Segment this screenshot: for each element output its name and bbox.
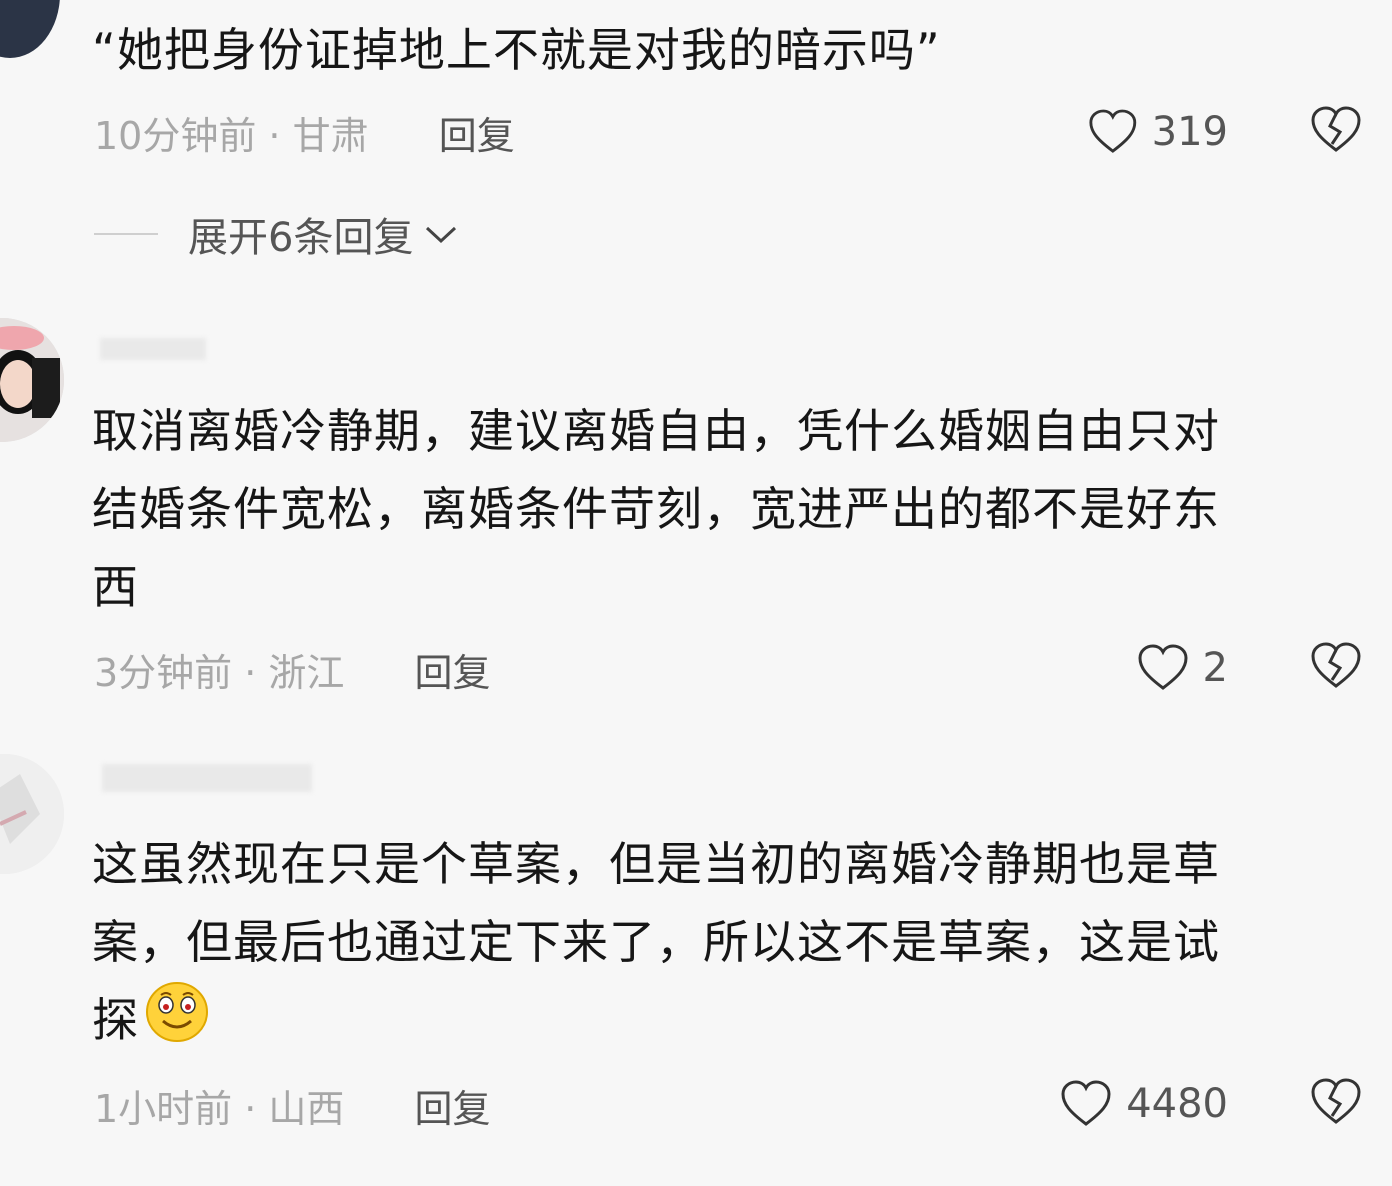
dislike-button[interactable] <box>1310 1078 1362 1130</box>
like-count: 2 <box>1202 645 1228 691</box>
dislike-button[interactable] <box>1310 642 1362 694</box>
reply-button[interactable]: 回复 <box>415 1087 491 1131</box>
reply-button[interactable]: 回复 <box>415 651 491 695</box>
comment-line: 取消离婚冷静期，建议离婚自由，凭什么婚姻自由只对 <box>92 404 1220 458</box>
smile-emoji-icon <box>145 981 209 1066</box>
expand-replies-label: 展开6条回复 <box>188 215 414 261</box>
comment-line: 西 <box>92 560 139 614</box>
broken-heart-icon <box>1311 642 1361 688</box>
comment-line-text: 探 <box>92 993 139 1047</box>
comment-line: 这虽然现在只是个草案，但是当初的离婚冷静期也是草 <box>92 837 1220 891</box>
broken-heart-icon <box>1311 106 1361 152</box>
username-hidden <box>102 764 312 792</box>
comment-line: 结婚条件宽松，离婚条件苛刻，宽进严出的都不是好东 <box>92 482 1220 536</box>
chevron-down-icon <box>426 226 457 244</box>
comment-text: 取消离婚冷静期，建议离婚自由，凭什么婚姻自由只对 结婚条件宽松，离婚条件苛刻，宽… <box>92 392 1220 626</box>
comment-text: “她把身份证掉地上不就是对我的暗示吗” <box>92 23 941 77</box>
expand-replies-button[interactable]: 展开6条回复 <box>94 205 459 263</box>
like-button[interactable]: 319 <box>1088 104 1228 160</box>
comment-text: 这虽然现在只是个草案，但是当初的离婚冷静期也是草 案，但最后也通过定下来了，所以… <box>92 825 1220 1066</box>
broken-heart-icon <box>1311 1078 1361 1124</box>
like-count: 4480 <box>1126 1081 1228 1127</box>
avatar[interactable] <box>0 0 60 58</box>
comment-meta: 10分钟前 · 甘肃 回复 <box>94 105 515 160</box>
heart-icon <box>1138 644 1188 690</box>
comment-meta: 3分钟前 · 浙江 回复 <box>94 642 491 697</box>
comment-line: 探 <box>92 981 1220 1066</box>
time-location: 1小时前 · 山西 <box>94 1087 345 1131</box>
divider <box>94 233 158 235</box>
time-location: 3分钟前 · 浙江 <box>94 651 345 695</box>
like-button[interactable]: 2 <box>1088 640 1228 696</box>
dislike-button[interactable] <box>1310 106 1362 158</box>
heart-icon <box>1061 1080 1111 1126</box>
heart-icon <box>1089 109 1137 153</box>
time-location: 10分钟前 · 甘肃 <box>94 114 369 158</box>
like-button[interactable]: 4480 <box>1060 1076 1228 1132</box>
comment-line: 案，但最后也通过定下来了，所以这不是草案，这是试 <box>92 915 1220 969</box>
avatar[interactable] <box>0 318 64 442</box>
comment-meta: 1小时前 · 山西 回复 <box>94 1078 491 1133</box>
username-hidden <box>100 338 206 360</box>
avatar[interactable] <box>0 754 64 874</box>
like-count: 319 <box>1151 109 1228 155</box>
reply-button[interactable]: 回复 <box>439 114 515 158</box>
